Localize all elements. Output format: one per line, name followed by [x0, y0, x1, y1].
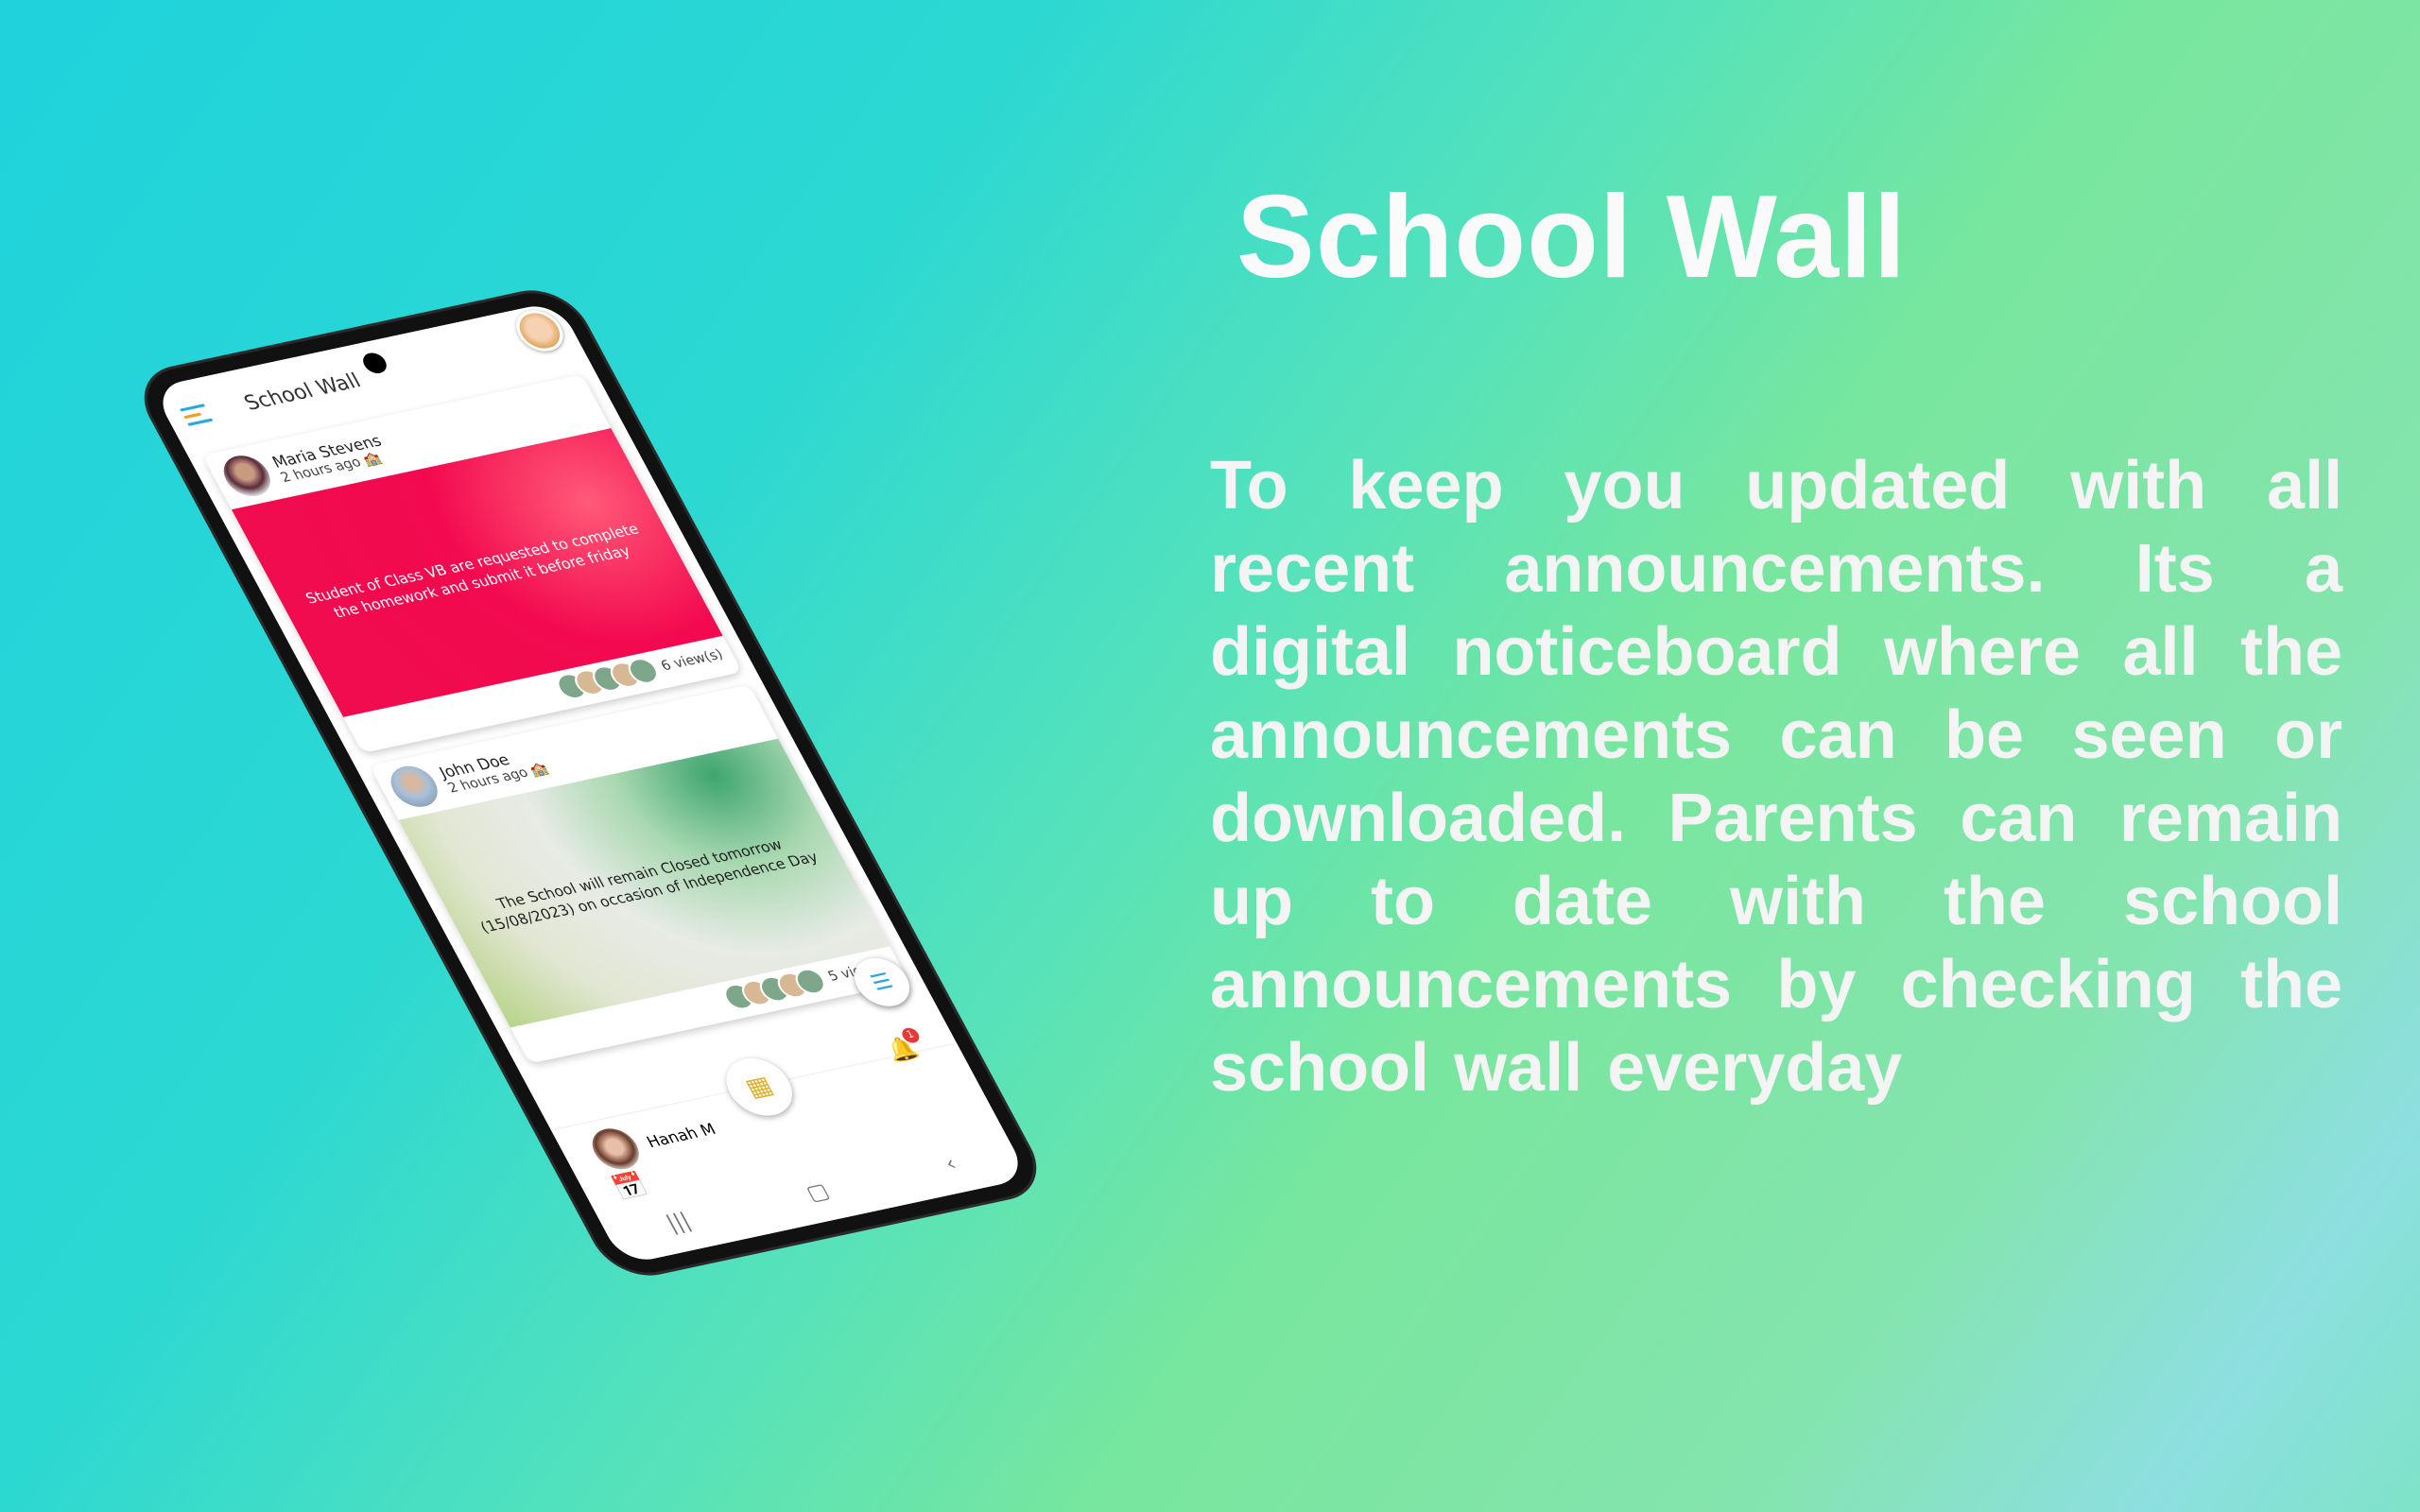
school-icon: 🏫	[359, 450, 385, 469]
post-message: Student of Class VB are requested to com…	[302, 520, 643, 622]
bottom-nav: Hanah M ▦ 🔔 1 📅 ||| ▢ ‹	[550, 1026, 1029, 1265]
author-name: Hanah M	[643, 1119, 719, 1151]
menu-icon[interactable]	[179, 403, 214, 426]
calendar-button[interactable]: 📅	[608, 1170, 653, 1204]
author-avatar	[382, 762, 446, 811]
sliders-icon: ☰	[866, 969, 898, 996]
feature-description: To keep you updated with all recent anno…	[1210, 448, 2342, 1106]
noticeboard-icon: ▦	[740, 1071, 779, 1104]
author-avatar	[584, 1125, 648, 1174]
wall-nav-button[interactable]: ▦	[715, 1053, 804, 1122]
post-card[interactable]: John Doe 2 hours ago🏫 The School will re…	[369, 684, 909, 1064]
phone-mockup: School Wall Maria Stevens 2 hours ago🏫 S…	[131, 285, 1050, 1280]
user-avatar[interactable]	[508, 306, 572, 355]
calendar-icon: 📅	[607, 1170, 653, 1205]
notifications-button[interactable]: 🔔 1	[882, 1026, 924, 1065]
camera-dot	[358, 351, 391, 376]
home-icon[interactable]: ▢	[803, 1179, 835, 1206]
view-count: 6 view(s)	[658, 646, 726, 675]
phone-screen: School Wall Maria Stevens 2 hours ago🏫 S…	[151, 301, 1029, 1265]
recents-icon[interactable]: |||	[663, 1209, 696, 1236]
back-icon[interactable]: ‹	[941, 1152, 961, 1177]
app-title: School Wall	[239, 369, 365, 415]
post-card-preview[interactable]: Hanah M	[584, 1108, 725, 1174]
page-title: School Wall	[1236, 172, 1908, 302]
post-message: The School will remain Closed tomorrow (…	[476, 835, 821, 936]
school-icon: 🏫	[527, 760, 551, 779]
author-avatar	[216, 452, 279, 501]
